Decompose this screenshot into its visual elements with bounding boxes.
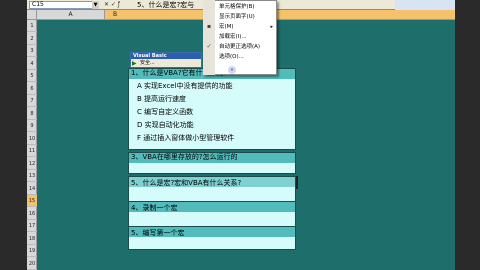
menu-item[interactable]: 宏(M) ▸ bbox=[219, 23, 275, 32]
menu-item-label: 单元格保护(B) bbox=[219, 4, 255, 10]
row-header[interactable]: 4 bbox=[27, 58, 37, 70]
menu-item-icon: ✓ bbox=[206, 43, 212, 50]
row-header[interactable]: 14 bbox=[27, 183, 37, 195]
menu-item-label: 显示页面字(U) bbox=[219, 14, 255, 20]
security-button[interactable]: 安全... bbox=[140, 60, 166, 67]
question-title[interactable]: 5、编写第一个宏 bbox=[131, 229, 184, 238]
option-b[interactable]: B 提高运行速度 bbox=[137, 95, 186, 104]
row-header[interactable]: 6 bbox=[27, 83, 37, 95]
question-panel-1: 1、什么是VBA?它有什么作用? A 实现Excel中没有提供的功能 B 提高运… bbox=[128, 68, 296, 150]
question-panel-5b: 5、编写第一个宏 bbox=[128, 226, 296, 250]
expand-menu-icon[interactable]: » bbox=[228, 66, 236, 74]
menu-item[interactable]: 自动更正选项(A) bbox=[219, 43, 275, 52]
menu-item[interactable]: 选项(O)... bbox=[219, 53, 275, 62]
option-d[interactable]: D 实现自动化功能 bbox=[137, 121, 194, 130]
select-all-corner[interactable] bbox=[27, 10, 37, 20]
column-header-b[interactable]: B bbox=[105, 10, 455, 20]
formula-bar-right bbox=[395, 0, 455, 10]
question-panel-4: 4、录制一个宏 bbox=[128, 201, 296, 227]
name-box-dropdown-icon[interactable]: ▼ bbox=[92, 1, 99, 9]
column-header-a[interactable]: A bbox=[37, 10, 105, 20]
row-header[interactable]: 18 bbox=[27, 233, 37, 245]
row-header[interactable]: 12 bbox=[27, 158, 37, 170]
menu-item-icon bbox=[205, 13, 213, 21]
toolbar-title[interactable]: Visual Basic bbox=[131, 53, 201, 59]
menu-item-icon: ▪ bbox=[206, 23, 212, 30]
row-header[interactable]: 13 bbox=[27, 170, 37, 182]
left-border bbox=[0, 0, 27, 270]
row-header[interactable]: 15 bbox=[27, 195, 37, 207]
menu-item-icon bbox=[205, 33, 213, 41]
row-header[interactable]: 7 bbox=[27, 95, 37, 107]
menu-item-icon bbox=[205, 3, 213, 11]
option-c[interactable]: C 编写自定义函数 bbox=[137, 108, 193, 117]
row-header[interactable]: 19 bbox=[27, 245, 37, 257]
menu-item-label: 加载宏(I)... bbox=[219, 34, 247, 40]
question-title[interactable]: 3、VBA在哪里存放的?怎么运行的 bbox=[131, 153, 238, 162]
formula-input[interactable]: 5、什么是宏?宏与 bbox=[137, 1, 207, 9]
row-header[interactable]: 1 bbox=[27, 20, 37, 32]
row-header[interactable]: 2 bbox=[27, 33, 37, 45]
menu-item[interactable]: 加载宏(I)... bbox=[219, 33, 275, 42]
row-header[interactable]: 3 bbox=[27, 45, 37, 57]
run-macro-icon[interactable]: ▶ bbox=[132, 60, 139, 67]
submenu-arrow-icon: ▸ bbox=[270, 24, 273, 30]
question-panel-5: 5、什么是宏?宏和VBA有什么关系? bbox=[128, 176, 296, 202]
menu-item[interactable]: 显示页面字(U) bbox=[219, 13, 275, 22]
question-title[interactable]: 4、录制一个宏 bbox=[131, 204, 177, 213]
row-header[interactable]: 5 bbox=[27, 70, 37, 82]
row-headers: 1 2 3 4 5 6 7 8 9 10 11 12 13 14 15 16 17 18 19 20 bbox=[27, 20, 37, 270]
excel-window: C15 ▼ ✕ ✓ ƒ 5、什么是宏?宏与 A B 1 2 3 4 5 6 7 8 9 10 11 1… bbox=[0, 0, 480, 270]
row-header[interactable]: 17 bbox=[27, 220, 37, 232]
menu-item-label: 自动更正选项(A) bbox=[219, 44, 261, 50]
row-header[interactable]: 11 bbox=[27, 145, 37, 157]
row-header[interactable]: 10 bbox=[27, 133, 37, 145]
row-header[interactable]: 8 bbox=[27, 108, 37, 120]
option-f[interactable]: F 通过插入窗体做小型管理软件 bbox=[137, 134, 234, 143]
row-header[interactable]: 20 bbox=[27, 258, 37, 270]
option-a[interactable]: A 实现Excel中没有提供的功能 bbox=[137, 82, 233, 91]
row-header[interactable]: 9 bbox=[27, 120, 37, 132]
menu-item-label: 宏(M) bbox=[219, 24, 234, 30]
name-box[interactable]: C15 bbox=[29, 1, 99, 9]
fx-icon[interactable]: ✕ ✓ ƒ bbox=[104, 1, 134, 9]
question-title[interactable]: 5、什么是宏?宏和VBA有什么关系? bbox=[131, 179, 241, 188]
question-panel-3: 3、VBA在哪里存放的?怎么运行的 bbox=[128, 152, 296, 174]
menu-item-icon bbox=[205, 53, 213, 61]
menu-item[interactable]: 单元格保护(B) bbox=[219, 3, 275, 12]
row-header[interactable]: 16 bbox=[27, 208, 37, 220]
menu-items: 单元格保护(B) 显示页面字(U) ▪ 宏(M) ▸ 加载宏(I)... ✓ 自动更正选项(A… bbox=[203, 0, 277, 75]
right-border bbox=[455, 0, 480, 270]
menu-item-label: 选项(O)... bbox=[219, 54, 244, 60]
